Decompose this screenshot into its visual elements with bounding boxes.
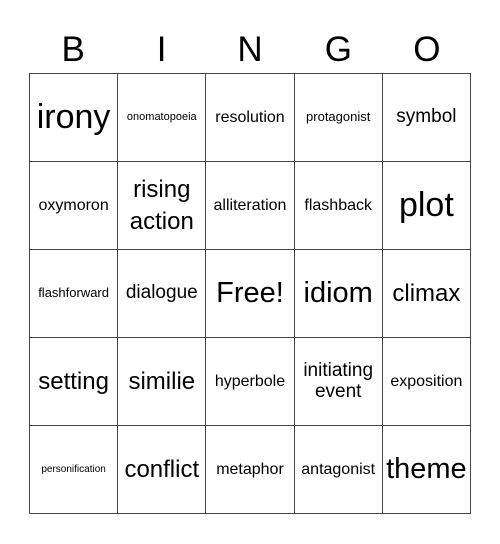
bingo-board: irony onomatopoeia resolution protagonis…: [29, 73, 471, 514]
bingo-cell[interactable]: alliteration: [206, 162, 295, 250]
bingo-cell[interactable]: flashforward: [30, 250, 119, 338]
header-letter-i: I: [156, 30, 167, 69]
bingo-cell[interactable]: plot: [382, 162, 471, 250]
bingo-cell[interactable]: antagonist: [294, 426, 383, 514]
bingo-cell[interactable]: theme: [382, 426, 471, 514]
bingo-header: B I N G O: [29, 30, 471, 70]
bingo-cell[interactable]: symbol: [382, 74, 471, 162]
bingo-cell[interactable]: flashback: [294, 162, 383, 250]
header-letter-b: B: [61, 30, 85, 69]
bingo-cell[interactable]: setting: [30, 338, 119, 426]
bingo-cell[interactable]: metaphor: [206, 426, 295, 514]
free-space[interactable]: Free!: [206, 250, 295, 338]
bingo-cell[interactable]: irony: [30, 74, 119, 162]
bingo-cell[interactable]: conflict: [118, 426, 207, 514]
bingo-cell[interactable]: initiating event: [294, 338, 383, 426]
bingo-cell[interactable]: hyperbole: [206, 338, 295, 426]
bingo-cell[interactable]: personification: [30, 426, 119, 514]
header-letter-o: O: [413, 30, 441, 69]
bingo-cell[interactable]: rising action: [118, 162, 207, 250]
bingo-cell[interactable]: similie: [118, 338, 207, 426]
bingo-cell[interactable]: climax: [382, 250, 471, 338]
bingo-cell[interactable]: exposition: [382, 338, 471, 426]
bingo-cell[interactable]: idiom: [294, 250, 383, 338]
header-letter-g: G: [324, 30, 353, 69]
bingo-cell[interactable]: resolution: [206, 74, 295, 162]
header-letter-n: N: [237, 30, 263, 69]
bingo-cell[interactable]: protagonist: [294, 74, 383, 162]
bingo-cell[interactable]: dialogue: [118, 250, 207, 338]
bingo-cell[interactable]: oxymoron: [30, 162, 119, 250]
bingo-cell[interactable]: onomatopoeia: [118, 74, 207, 162]
